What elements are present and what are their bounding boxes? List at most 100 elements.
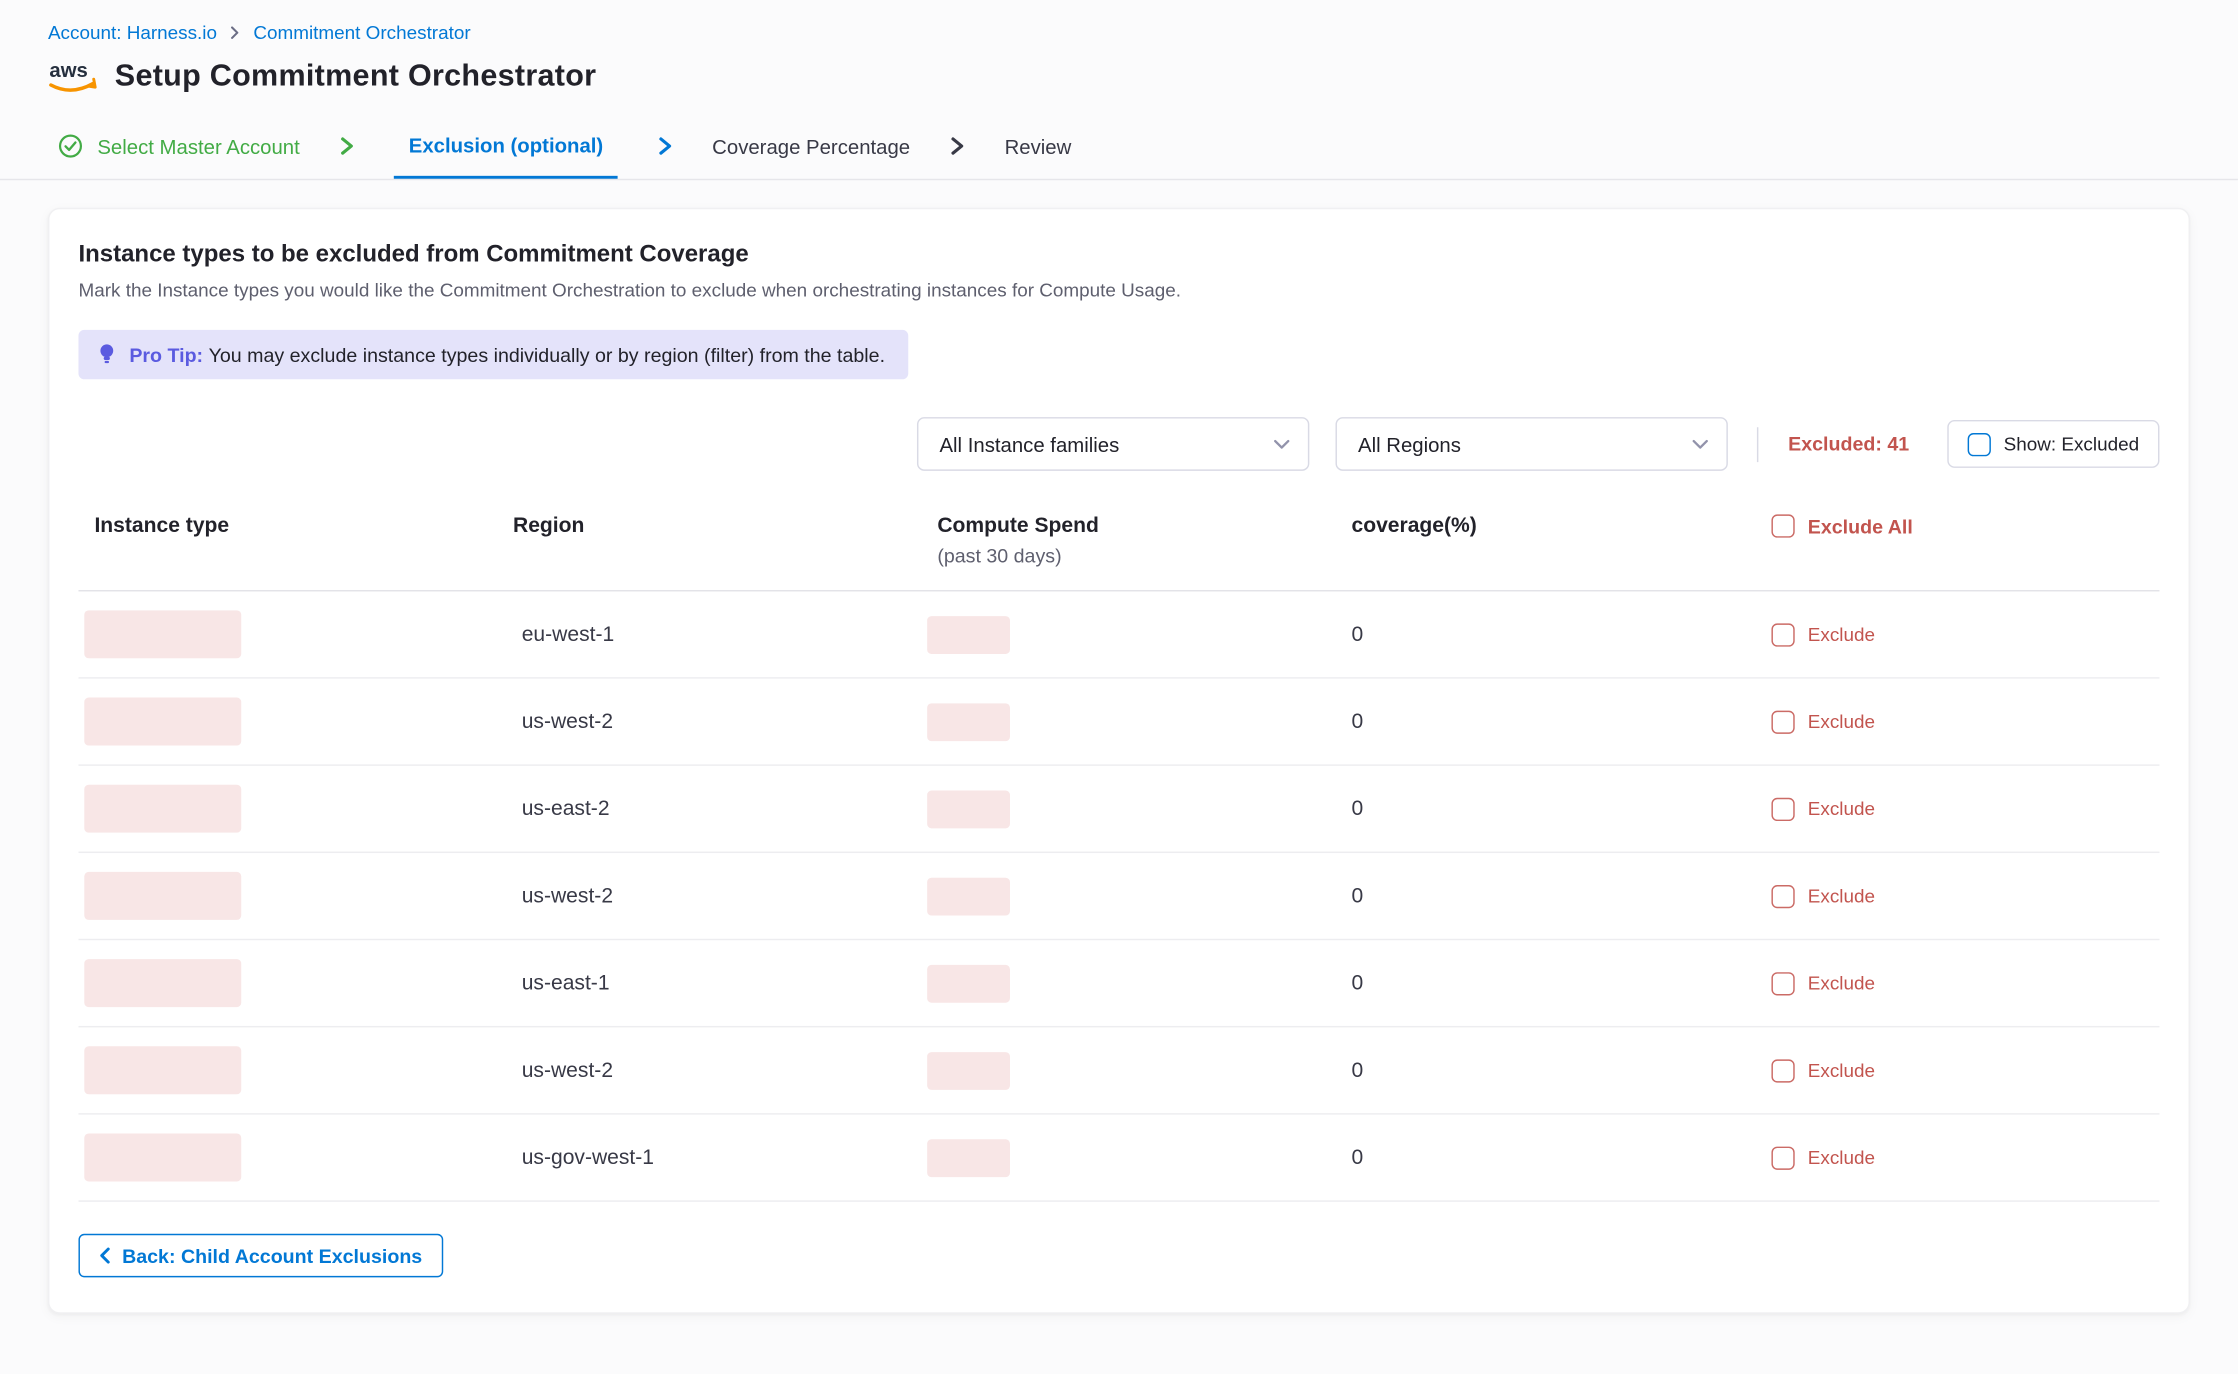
breadcrumb-account-link[interactable]: Account: Harness.io — [48, 22, 217, 44]
step-label: Select Master Account — [97, 134, 299, 157]
exclude-checkbox[interactable] — [1771, 710, 1794, 733]
column-header-compute-spend-sub: (past 30 days) — [937, 545, 1337, 567]
aws-logo-icon: aws — [48, 58, 97, 96]
redacted-instance-type — [84, 959, 241, 1007]
region-cell: eu-west-1 — [503, 623, 922, 646]
exclude-control[interactable]: Exclude — [1758, 1059, 2159, 1082]
instance-type-cell — [78, 1133, 502, 1181]
coverage-cell: 0 — [1337, 623, 1758, 646]
compute-spend-cell — [921, 964, 1337, 1002]
region-cell: us-west-2 — [503, 710, 922, 733]
show-excluded-toggle[interactable]: Show: Excluded — [1947, 420, 2160, 468]
table-row: us-west-2 0 Exclude — [78, 853, 2159, 940]
vertical-divider — [1758, 427, 1759, 462]
breadcrumb-page-link[interactable]: Commitment Orchestrator — [253, 22, 470, 44]
exclude-checkbox[interactable] — [1771, 884, 1794, 907]
redacted-instance-type — [84, 698, 241, 746]
pro-tip-label: Pro Tip: — [129, 344, 203, 366]
compute-spend-cell — [921, 615, 1337, 653]
step-label: Review — [1005, 134, 1072, 157]
excluded-count: Excluded: 41 — [1788, 433, 1909, 455]
pro-tip-banner: Pro Tip: You may exclude instance types … — [78, 330, 908, 379]
table-row: us-gov-west-1 0 Exclude — [78, 1115, 2159, 1202]
column-header-instance-type: Instance type — [78, 514, 502, 537]
step-review[interactable]: Review — [1005, 113, 1072, 178]
svg-text:aws: aws — [49, 60, 87, 82]
step-exclusion[interactable]: Exclusion (optional) — [394, 113, 617, 178]
chevron-right-icon — [656, 113, 675, 178]
back-button-label: Back: Child Account Exclusions — [122, 1245, 422, 1267]
exclude-control[interactable]: Exclude — [1758, 971, 2159, 994]
exclude-control[interactable]: Exclude — [1758, 710, 2159, 733]
redacted-instance-type — [84, 785, 241, 833]
regions-dropdown[interactable]: All Regions — [1336, 417, 1728, 471]
redacted-compute-spend — [927, 1051, 1010, 1089]
exclude-label: Exclude — [1808, 623, 1875, 645]
coverage-cell: 0 — [1337, 710, 1758, 733]
step-select-master-account[interactable]: Select Master Account — [58, 113, 300, 178]
table-row: us-east-1 0 Exclude — [78, 940, 2159, 1027]
chevron-right-icon — [338, 113, 357, 178]
redacted-instance-type — [84, 872, 241, 920]
redacted-compute-spend — [927, 615, 1010, 653]
exclusion-table: Instance type Region Compute Spend (past… — [78, 514, 2159, 1201]
redacted-compute-spend — [927, 877, 1010, 915]
instance-type-cell — [78, 610, 502, 658]
redacted-instance-type — [84, 1133, 241, 1181]
card-subheading: Mark the Instance types you would like t… — [78, 279, 2159, 301]
redacted-compute-spend — [927, 964, 1010, 1002]
exclude-label: Exclude — [1808, 972, 1875, 994]
chevron-right-icon — [229, 26, 242, 39]
step-coverage-percentage[interactable]: Coverage Percentage — [712, 113, 910, 178]
show-excluded-checkbox[interactable] — [1967, 432, 1990, 455]
chevron-down-icon — [1274, 438, 1291, 450]
exclude-label: Exclude — [1808, 885, 1875, 907]
instance-type-cell — [78, 872, 502, 920]
chevron-right-icon — [948, 113, 967, 178]
coverage-cell: 0 — [1337, 1146, 1758, 1169]
card-heading: Instance types to be excluded from Commi… — [78, 241, 2159, 269]
coverage-cell: 0 — [1337, 971, 1758, 994]
compute-spend-cell — [921, 1051, 1337, 1089]
instance-type-cell — [78, 785, 502, 833]
instance-type-cell — [78, 959, 502, 1007]
redacted-compute-spend — [927, 790, 1010, 828]
exclude-label: Exclude — [1808, 711, 1875, 733]
exclude-all-label: Exclude All — [1808, 515, 1913, 537]
exclude-all-checkbox[interactable] — [1771, 514, 1794, 537]
exclude-all-control[interactable]: Exclude All — [1758, 514, 2159, 537]
exclude-checkbox[interactable] — [1771, 623, 1794, 646]
coverage-cell: 0 — [1337, 797, 1758, 820]
exclude-checkbox[interactable] — [1771, 797, 1794, 820]
instance-type-cell — [78, 1046, 502, 1094]
compute-spend-cell — [921, 1139, 1337, 1177]
exclude-checkbox[interactable] — [1771, 1146, 1794, 1169]
table-row: us-west-2 0 Exclude — [78, 679, 2159, 766]
step-label: Coverage Percentage — [712, 134, 910, 157]
table-row: us-east-2 0 Exclude — [78, 766, 2159, 853]
exclude-control[interactable]: Exclude — [1758, 884, 2159, 907]
table-body: eu-west-1 0 Exclude us-west-2 0 — [78, 591, 2159, 1201]
exclude-checkbox[interactable] — [1771, 1059, 1794, 1082]
back-button[interactable]: Back: Child Account Exclusions — [78, 1234, 442, 1278]
step-label: Exclusion (optional) — [409, 133, 603, 156]
page-title: Setup Commitment Orchestrator — [115, 60, 597, 95]
filter-row: All Instance families All Regions Exclud… — [78, 417, 2159, 471]
exclude-label: Exclude — [1808, 1147, 1875, 1169]
column-header-coverage: coverage(%) — [1337, 514, 1758, 537]
region-cell: us-west-2 — [503, 1059, 922, 1082]
exclude-control[interactable]: Exclude — [1758, 623, 2159, 646]
wizard-stepper: Select Master Account Exclusion (optiona… — [0, 113, 2238, 180]
exclude-label: Exclude — [1808, 798, 1875, 820]
instance-type-cell — [78, 698, 502, 746]
exclude-label: Exclude — [1808, 1059, 1875, 1081]
table-row: eu-west-1 0 Exclude — [78, 591, 2159, 678]
exclude-control[interactable]: Exclude — [1758, 1146, 2159, 1169]
region-cell: us-east-2 — [503, 797, 922, 820]
instance-families-dropdown[interactable]: All Instance families — [918, 417, 1310, 471]
exclude-checkbox[interactable] — [1771, 971, 1794, 994]
chevron-left-icon — [99, 1247, 111, 1264]
compute-spend-cell — [921, 877, 1337, 915]
column-header-compute-spend: Compute Spend (past 30 days) — [921, 514, 1337, 566]
exclude-control[interactable]: Exclude — [1758, 797, 2159, 820]
